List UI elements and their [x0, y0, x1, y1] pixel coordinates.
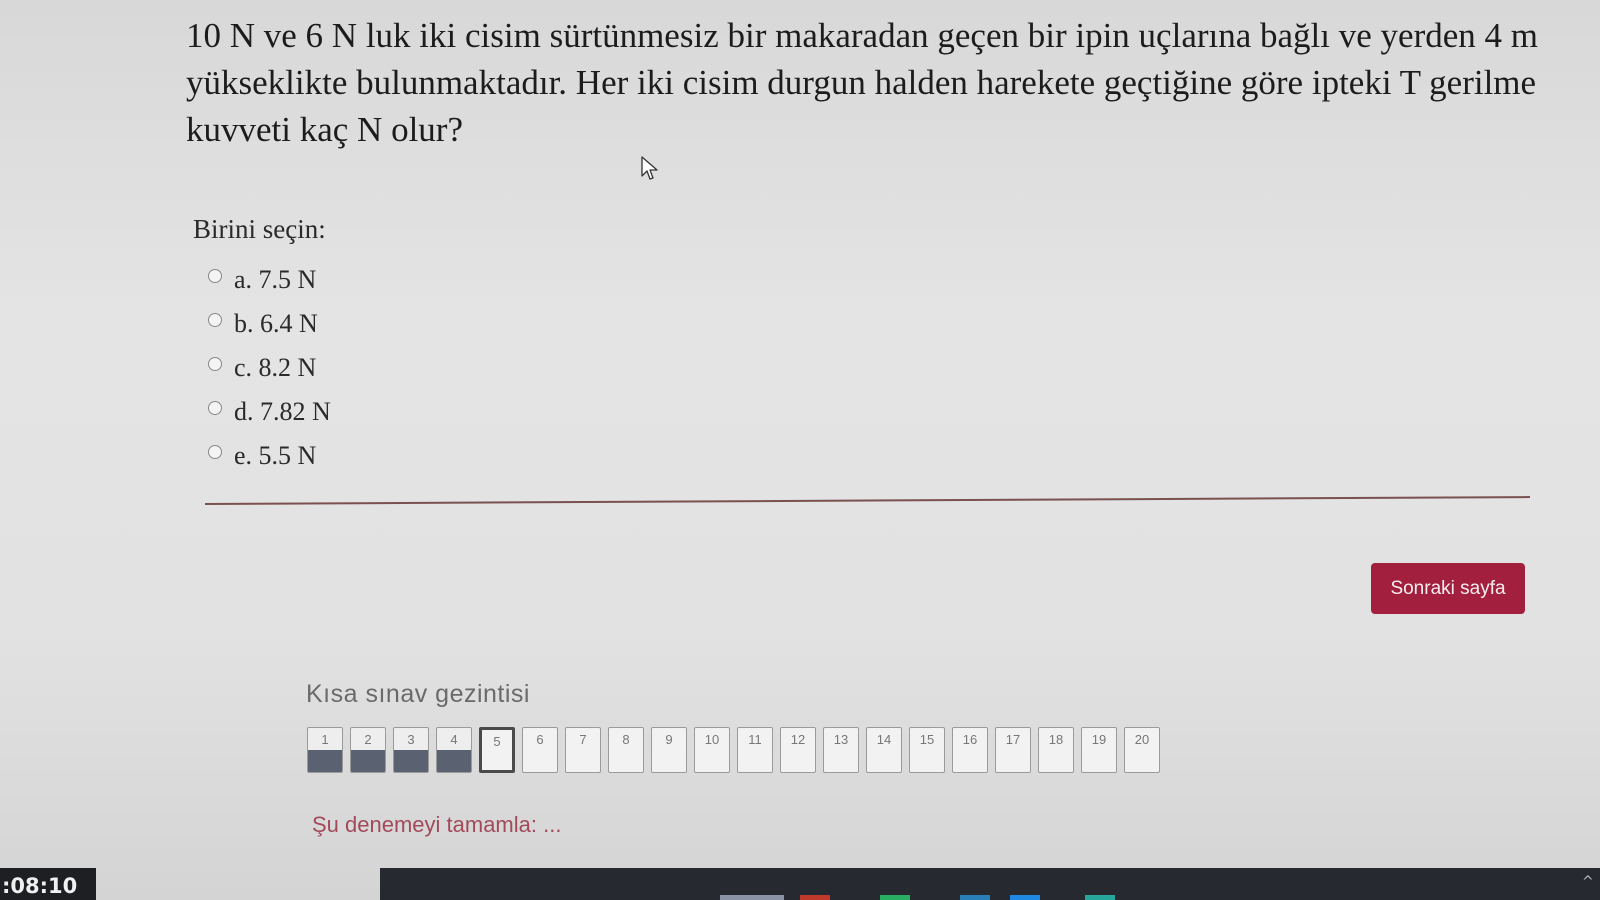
- radio-button-icon[interactable]: [208, 401, 222, 415]
- quiz-nav-button-13[interactable]: 13: [823, 727, 859, 773]
- quiz-nav-button-5[interactable]: 5: [479, 727, 515, 773]
- radio-button-icon[interactable]: [208, 313, 222, 327]
- answer-label[interactable]: a. 7.5 N: [234, 265, 316, 295]
- finish-attempt-link[interactable]: Şu denemeyi tamamla: ...: [312, 812, 561, 838]
- answer-options: a. 7.5 N b. 6.4 N c. 8.2 N d. 7.82 N e. …: [208, 258, 331, 478]
- quiz-nav-button-11[interactable]: 11: [737, 727, 773, 773]
- quiz-nav-button-4[interactable]: 4: [436, 727, 472, 773]
- answer-option-b[interactable]: b. 6.4 N: [208, 302, 331, 346]
- quiz-nav-button-3[interactable]: 3: [393, 727, 429, 773]
- answer-option-d[interactable]: d. 7.82 N: [208, 390, 331, 434]
- taskbar: [380, 868, 1600, 900]
- quiz-navigation-grid: 1 2 3 4 5 6 7 8 9 10 11 12 13 14 15 16 1…: [307, 727, 1160, 773]
- taskbar-app-icon[interactable]: [960, 895, 990, 900]
- taskbar-app-icon[interactable]: [1010, 895, 1040, 900]
- quiz-nav-button-20[interactable]: 20: [1124, 727, 1160, 773]
- taskbar-app-icon[interactable]: [880, 895, 910, 900]
- radio-button-icon[interactable]: [208, 445, 222, 459]
- mouse-pointer-icon: [641, 156, 658, 180]
- taskbar-app-icon[interactable]: [1085, 895, 1115, 900]
- answer-label[interactable]: b. 6.4 N: [234, 309, 318, 339]
- quiz-nav-button-8[interactable]: 8: [608, 727, 644, 773]
- quiz-nav-button-19[interactable]: 19: [1081, 727, 1117, 773]
- quiz-nav-button-16[interactable]: 16: [952, 727, 988, 773]
- answer-label[interactable]: d. 7.82 N: [234, 397, 331, 427]
- quiz-nav-button-7[interactable]: 7: [565, 727, 601, 773]
- quiz-nav-button-10[interactable]: 10: [694, 727, 730, 773]
- next-page-button[interactable]: Sonraki sayfa: [1371, 563, 1525, 614]
- radio-button-icon[interactable]: [208, 269, 222, 283]
- question-text: 10 N ve 6 N luk iki cisim sürtünmesiz bi…: [186, 16, 1538, 149]
- answer-label[interactable]: c. 8.2 N: [234, 353, 316, 383]
- quiz-nav-button-1[interactable]: 1: [307, 727, 343, 773]
- question-divider: [204, 496, 1530, 505]
- quiz-nav-button-9[interactable]: 9: [651, 727, 687, 773]
- taskbar-clock: :08:10: [0, 868, 96, 900]
- taskbar-app-icon[interactable]: [800, 895, 830, 900]
- answer-label[interactable]: e. 5.5 N: [234, 441, 316, 471]
- quiz-nav-button-12[interactable]: 12: [780, 727, 816, 773]
- radio-button-icon[interactable]: [208, 357, 222, 371]
- quiz-navigation-title: Kısa sınav gezintisi: [306, 680, 530, 708]
- quiz-nav-button-17[interactable]: 17: [995, 727, 1031, 773]
- answer-option-c[interactable]: c. 8.2 N: [208, 346, 331, 390]
- quiz-nav-button-15[interactable]: 15: [909, 727, 945, 773]
- answer-option-a[interactable]: a. 7.5 N: [208, 258, 331, 302]
- answer-option-e[interactable]: e. 5.5 N: [208, 434, 331, 478]
- quiz-nav-button-2[interactable]: 2: [350, 727, 386, 773]
- taskbar-app-icon[interactable]: [720, 895, 784, 900]
- quiz-nav-button-6[interactable]: 6: [522, 727, 558, 773]
- quiz-nav-button-18[interactable]: 18: [1038, 727, 1074, 773]
- choose-one-label: Birini seçin:: [193, 214, 326, 244]
- chevron-up-icon[interactable]: ^: [1582, 874, 1594, 890]
- quiz-nav-button-14[interactable]: 14: [866, 727, 902, 773]
